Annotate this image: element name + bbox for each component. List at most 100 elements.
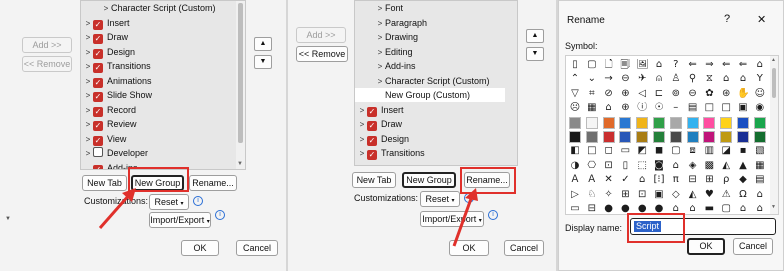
symbol-cell[interactable]: ☉ [653, 102, 665, 114]
symbol-cell[interactable]: ⧈ [687, 145, 699, 157]
symbol-cell[interactable]: ◉ [754, 102, 766, 114]
tree-item[interactable]: > Editing [355, 45, 413, 59]
ok-button[interactable]: OK [181, 240, 219, 256]
symbol-cell[interactable]: ▢ [670, 145, 682, 157]
symbol-cell[interactable]: ρ [720, 174, 732, 186]
symbol-cell[interactable]: ▥ [703, 145, 715, 157]
symbol-cell[interactable]: ✧ [603, 189, 615, 201]
symbol-cell[interactable] [619, 116, 632, 129]
chevron-right-icon[interactable]: > [357, 147, 367, 161]
symbol-cell[interactable]: ▭ [619, 145, 631, 157]
tree-item[interactable]: > ✓ Draw [81, 30, 128, 44]
symbol-cell[interactable] [636, 131, 649, 143]
symbol-cell[interactable]: 🗋 [603, 59, 615, 71]
symbol-cell[interactable]: ◇ [670, 189, 682, 201]
symbol-cell[interactable]: ⌂ [737, 203, 749, 215]
help-icon[interactable]: ? [724, 13, 730, 25]
symbol-cell[interactable] [602, 131, 615, 143]
symbol-cell[interactable]: ⌂ [754, 59, 766, 71]
symbol-cell[interactable]: ◭ [720, 160, 732, 172]
symbol-cell[interactable]: ⊟ [586, 203, 598, 215]
symbol-cell[interactable]: ◈ [687, 160, 699, 172]
symbol-cell[interactable] [569, 116, 581, 129]
symbol-cell[interactable] [703, 116, 716, 129]
checkbox[interactable]: ✓ [93, 48, 103, 59]
symbol-cell[interactable]: ▢ [720, 203, 732, 215]
close-icon[interactable]: ✕ [757, 13, 766, 26]
chevron-right-icon[interactable]: > [375, 60, 385, 74]
chevron-right-icon[interactable]: > [83, 118, 93, 132]
symbol-cell[interactable]: ▤ [687, 102, 699, 114]
tree-item[interactable]: > ✓ Transitions [81, 59, 151, 73]
symbol-cell[interactable]: ⊚ [670, 88, 682, 100]
symbol-cell[interactable]: □ [586, 145, 598, 157]
symbol-cell[interactable]: ▦ [754, 160, 766, 172]
chevron-right-icon[interactable]: > [375, 75, 385, 89]
symbol-cell[interactable]: ▷ [569, 189, 581, 201]
symbol-cell[interactable]: ⊕ [619, 102, 631, 114]
tree-scrollbar[interactable]: ▼ [236, 1, 245, 169]
symbol-cell[interactable]: ⊡ [603, 160, 615, 172]
tree-item[interactable]: > ✓ Slide Show [81, 88, 152, 102]
symbol-cell[interactable]: ⊡ [636, 189, 648, 201]
symbol-cell[interactable] [686, 131, 699, 143]
chevron-right-icon[interactable]: > [83, 89, 93, 103]
symbol-cell[interactable]: ⇒ [703, 59, 715, 71]
move-up-button[interactable]: ▲ [254, 37, 272, 51]
symbol-cell[interactable]: → [603, 73, 615, 85]
checkbox[interactable]: ✓ [93, 19, 103, 30]
chevron-right-icon[interactable]: > [83, 60, 93, 74]
symbol-cell[interactable]: ⌂ [754, 189, 766, 201]
symbol-cell[interactable]: ⬚ [636, 160, 648, 172]
symbol-cell[interactable]: ▤ [754, 174, 766, 186]
symbol-cell[interactable]: ⇐ [720, 59, 732, 71]
symbol-cell[interactable] [737, 116, 749, 129]
symbol-cell[interactable] [636, 116, 649, 129]
chevron-right-icon[interactable]: > [357, 118, 367, 132]
ok-button[interactable]: OK [687, 238, 725, 255]
symbol-cell[interactable]: ⇐ [687, 59, 699, 71]
symbol-scrollbar[interactable]: ▲ ▼ [770, 56, 778, 214]
symbol-cell[interactable]: ⚲ [687, 73, 699, 85]
symbol-grid[interactable]: ▯ ▢ 🗋 🗐 🖼 ⌂? ⇐ ⇒ ⇐ ⇐ ⌂ ⌃ ⌄ → ⊖ ✈ ⍝ ♙ ⚲ ⧖ ⌂ ⌂ Y ▽ ⌗ ⊘ ⊕ ◁ ⊏ ⊚ ⊖ ✿ ⊛ ✋ ☺ ☹ ▦ ⌂ ⊕… [565, 55, 779, 215]
symbol-cell[interactable]: ⌂ [687, 203, 699, 215]
ribbon-tab-tree[interactable]: > Font > Paragraph > Drawing > Editing > Add-ins >… [354, 0, 518, 166]
symbol-cell[interactable]: ⧖ [703, 73, 715, 85]
chevron-right-icon[interactable]: > [83, 133, 93, 147]
chevron-right-icon[interactable]: > [375, 2, 385, 16]
symbol-cell[interactable]: ◙ [653, 160, 665, 172]
symbol-cell[interactable]: ♘ [586, 189, 598, 201]
symbol-cell[interactable]: ▦ [586, 102, 598, 114]
symbol-cell[interactable] [720, 131, 733, 143]
tree-item[interactable]: > Paragraph [355, 16, 427, 30]
tree-item[interactable]: > ✓ Design [81, 45, 135, 59]
ribbon-tab-tree[interactable]: > Character Script (Custom) > ✓ Insert > ✓ Draw… [80, 0, 246, 170]
import-export-dropdown[interactable]: Import/Export ▾ [149, 212, 211, 228]
symbol-cell[interactable]: ⌂ [603, 102, 615, 114]
rename-button[interactable]: Rename... [189, 175, 237, 191]
symbol-cell[interactable]: Y [754, 73, 766, 85]
symbol-cell[interactable]: ♙ [670, 73, 682, 85]
tree-item[interactable]: > ✓ Record [81, 103, 136, 117]
tree-item[interactable]: > Font [355, 1, 403, 15]
symbol-cell[interactable]: ⌂ [737, 73, 749, 85]
symbol-cell[interactable]: ◭ [687, 189, 699, 201]
symbol-cell[interactable]: ▭ [569, 203, 581, 215]
tree-item[interactable]: > ✓ Insert [81, 16, 130, 30]
symbol-cell[interactable]: ● [603, 203, 615, 215]
scroll-down-arrow-icon[interactable]: ▼ [5, 216, 11, 222]
reset-dropdown[interactable]: Reset ▾ [149, 194, 189, 210]
symbol-cell[interactable] [753, 131, 766, 143]
symbol-cell[interactable]: ⇐ [737, 59, 749, 71]
symbol-cell[interactable]: ◁ [636, 88, 648, 100]
symbol-cell[interactable] [653, 131, 665, 143]
tree-item[interactable]: > Drawing [355, 30, 418, 44]
symbol-cell[interactable] [569, 131, 581, 143]
add-button[interactable]: Add >> [296, 27, 346, 43]
chevron-right-icon[interactable]: > [83, 147, 93, 161]
cancel-button[interactable]: Cancel [733, 238, 773, 255]
symbol-cell[interactable] [686, 116, 699, 129]
symbol-cell[interactable]: ▪ [737, 145, 749, 157]
scroll-up-arrow-icon[interactable]: ▲ [771, 57, 776, 63]
scroll-down-arrow-icon[interactable]: ▼ [771, 204, 776, 210]
